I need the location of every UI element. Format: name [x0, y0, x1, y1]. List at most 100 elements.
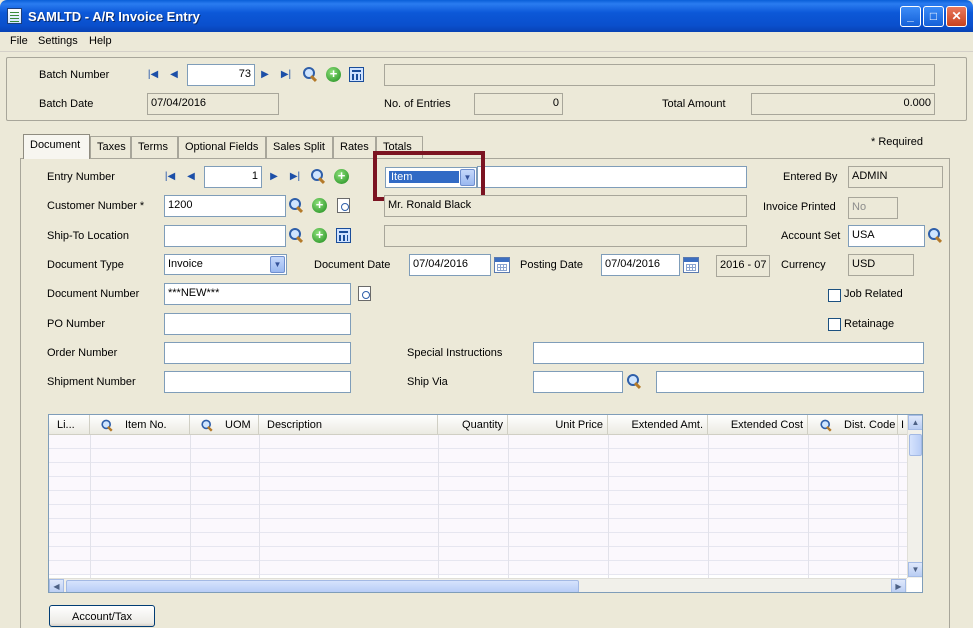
ship-via-input[interactable] — [533, 371, 623, 393]
account-tax-button[interactable]: Account/Tax — [49, 605, 155, 627]
scroll-down-icon[interactable]: ▼ — [908, 562, 922, 577]
required-note: * Required — [871, 136, 923, 148]
tab-terms[interactable]: Terms — [131, 136, 178, 158]
document-type-select[interactable]: Invoice ▼ — [164, 254, 287, 275]
column-header-extended-cost[interactable]: Extended Cost — [708, 415, 808, 435]
scroll-up-icon[interactable]: ▲ — [908, 415, 922, 430]
tab-taxes[interactable]: Taxes — [90, 136, 131, 158]
column-header-description[interactable]: Description — [259, 415, 438, 435]
entry-description-input[interactable] — [477, 166, 747, 188]
last-icon[interactable]: ▶| — [280, 69, 292, 81]
table-row[interactable] — [49, 435, 907, 449]
tab-optional-fields[interactable]: Optional Fields — [178, 136, 266, 158]
job-related-checkbox[interactable] — [828, 289, 841, 302]
column-header-more[interactable]: I — [898, 415, 907, 435]
last-icon[interactable]: ▶| — [289, 171, 301, 183]
document-date-input[interactable]: 07/04/2016 — [409, 254, 491, 276]
search-icon[interactable] — [311, 169, 325, 185]
account-set-input[interactable]: USA — [848, 225, 925, 247]
drilldown-icon[interactable] — [337, 198, 350, 213]
calendar-icon[interactable] — [494, 257, 510, 273]
scroll-right-icon[interactable]: ▶ — [891, 579, 906, 592]
search-icon[interactable] — [289, 198, 303, 214]
grid-divider — [808, 435, 809, 580]
table-row[interactable] — [49, 561, 907, 575]
close-button[interactable]: ✕ — [946, 6, 967, 27]
batch-number-input[interactable]: 73 — [187, 64, 255, 86]
column-header-quantity[interactable]: Quantity — [438, 415, 508, 435]
column-header-extended-amt[interactable]: Extended Amt. — [608, 415, 708, 435]
document-number-input[interactable]: ***NEW*** — [164, 283, 351, 305]
search-icon[interactable] — [303, 67, 317, 83]
special-instructions-label: Special Instructions — [407, 347, 503, 359]
table-row[interactable] — [49, 533, 907, 547]
drilldown-icon[interactable] — [358, 286, 371, 301]
retainage-checkbox[interactable] — [828, 318, 841, 331]
column-header-unit-price[interactable]: Unit Price — [508, 415, 608, 435]
prev-icon[interactable]: ◀ — [168, 69, 180, 81]
grid-body — [49, 435, 907, 578]
add-icon[interactable]: + — [334, 169, 349, 184]
search-icon[interactable] — [928, 228, 942, 244]
tab-document[interactable]: Document — [23, 134, 90, 159]
order-number-input[interactable] — [164, 342, 351, 364]
maximize-button[interactable]: □ — [923, 6, 944, 27]
table-row[interactable] — [49, 547, 907, 561]
vertical-scrollbar[interactable]: ▲ ▼ — [907, 415, 922, 578]
column-header-item-no[interactable]: Item No. — [90, 415, 190, 435]
po-number-input[interactable] — [164, 313, 351, 335]
tab-sales-split[interactable]: Sales Split — [266, 136, 333, 158]
po-number-label: PO Number — [47, 318, 106, 330]
ship-via-description-input[interactable] — [656, 371, 924, 393]
vertical-scroll-thumb[interactable] — [909, 434, 922, 456]
add-icon[interactable]: + — [326, 67, 341, 82]
menu-help[interactable]: Help — [89, 35, 112, 47]
menu-settings[interactable]: Settings — [38, 35, 78, 47]
column-header-line[interactable]: Li... — [49, 415, 90, 435]
horizontal-scroll-thumb[interactable] — [66, 580, 579, 592]
table-row[interactable] — [49, 449, 907, 463]
column-header-uom[interactable]: UOM — [190, 415, 259, 435]
entries-label: No. of Entries — [384, 98, 451, 110]
first-icon[interactable]: |◀ — [164, 171, 176, 183]
column-header-dist-code[interactable]: Dist. Code — [808, 415, 898, 435]
ship-to-input[interactable] — [164, 225, 286, 247]
next-icon[interactable]: ▶ — [259, 69, 271, 81]
table-row[interactable] — [49, 519, 907, 533]
posting-date-input[interactable]: 07/04/2016 — [601, 254, 680, 276]
document-type-label: Document Type — [47, 259, 124, 271]
chevron-down-icon[interactable]: ▼ — [270, 256, 285, 273]
first-icon[interactable]: |◀ — [147, 69, 159, 81]
add-icon[interactable]: + — [312, 228, 327, 243]
tab-rates[interactable]: Rates — [333, 136, 376, 158]
grid-divider — [190, 435, 191, 580]
prev-icon[interactable]: ◀ — [185, 171, 197, 183]
scroll-left-icon[interactable]: ◀ — [49, 579, 64, 592]
job-related-label: Job Related — [844, 288, 903, 300]
total-amount-label: Total Amount — [662, 98, 726, 110]
minimize-button[interactable]: _ — [900, 6, 921, 27]
menu-file[interactable]: File — [10, 35, 28, 47]
special-instructions-input[interactable] — [533, 342, 924, 364]
grid-divider — [508, 435, 509, 580]
grid-header: Li... Item No. UOM Description Quantity … — [49, 415, 907, 435]
table-row[interactable] — [49, 505, 907, 519]
entry-number-input[interactable]: 1 — [204, 166, 262, 188]
currency-label: Currency — [781, 259, 826, 271]
detail-grid[interactable]: Li... Item No. UOM Description Quantity … — [48, 414, 923, 593]
calculator-icon[interactable] — [336, 228, 351, 243]
shipment-number-input[interactable] — [164, 371, 351, 393]
invoice-printed-field: No — [848, 197, 898, 219]
search-icon[interactable] — [627, 374, 641, 390]
add-icon[interactable]: + — [312, 198, 327, 213]
table-row[interactable] — [49, 477, 907, 491]
horizontal-scrollbar[interactable]: ◀ ▶ — [49, 578, 907, 592]
customer-number-input[interactable]: 1200 — [164, 195, 286, 217]
search-icon[interactable] — [289, 228, 303, 244]
table-row[interactable] — [49, 463, 907, 477]
next-icon[interactable]: ▶ — [268, 171, 280, 183]
calendar-icon[interactable] — [683, 257, 699, 273]
table-row[interactable] — [49, 491, 907, 505]
calculator-icon[interactable] — [349, 67, 364, 82]
grid-divider — [608, 435, 609, 580]
